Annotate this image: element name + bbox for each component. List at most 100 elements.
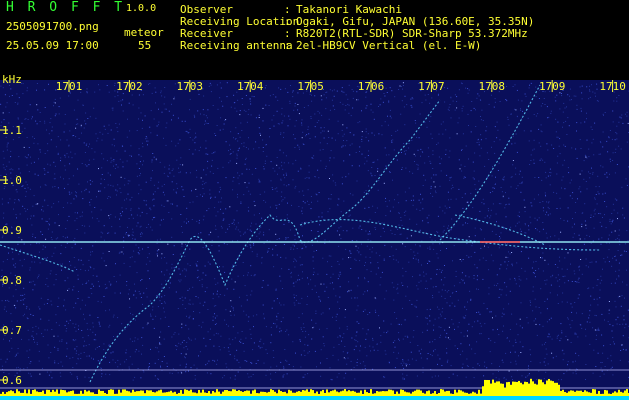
noise-dot	[340, 226, 342, 228]
noise-dot	[600, 243, 602, 245]
noise-dot	[620, 254, 622, 256]
noise-dot	[255, 363, 257, 364]
noise-dot	[585, 328, 586, 330]
noise-dot	[607, 357, 609, 359]
noise-dot	[10, 247, 12, 249]
noise-dot	[381, 271, 383, 273]
noise-dot	[99, 89, 101, 91]
noise-dot	[365, 230, 367, 232]
noise-dot	[220, 201, 222, 203]
noise-dot	[181, 243, 183, 245]
noise-dot	[32, 280, 34, 282]
noise-dot	[540, 130, 542, 132]
noise-dot	[228, 226, 230, 228]
noise-dot	[300, 327, 302, 329]
noise-dot	[50, 352, 52, 353]
noise-dot	[132, 217, 134, 219]
noise-dot	[452, 292, 454, 294]
noise-dot	[76, 363, 78, 365]
noise-dot	[126, 198, 128, 200]
noise-dot	[270, 334, 272, 336]
noise-dot	[357, 341, 359, 343]
noise-dot	[134, 290, 136, 292]
noise-dot	[370, 103, 372, 105]
noise-dot	[480, 325, 482, 327]
noise-dot	[609, 323, 611, 325]
noise-dot	[474, 184, 476, 186]
noise-dot	[325, 165, 327, 167]
noise-dot	[578, 234, 580, 236]
noise-dot	[445, 336, 447, 338]
noise-dot	[388, 362, 390, 364]
noise-dot	[402, 377, 404, 379]
noise-dot	[163, 307, 164, 309]
noise-dot	[36, 123, 38, 125]
noise-dot	[422, 220, 424, 222]
noise-dot	[142, 164, 143, 166]
noise-dot	[558, 285, 560, 287]
noise-dot	[20, 294, 22, 296]
noise-dot	[471, 326, 473, 328]
noise-dot	[53, 161, 55, 163]
noise-dot	[534, 276, 536, 278]
noise-dot	[173, 175, 175, 177]
noise-dot	[86, 322, 88, 324]
noise-dot	[3, 167, 5, 169]
noise-dot	[70, 202, 72, 204]
noise-dot	[94, 334, 96, 336]
noise-dot	[293, 282, 295, 284]
noise-dot	[323, 137, 325, 139]
noise-dot	[134, 351, 136, 353]
noise-dot	[249, 244, 251, 246]
noise-dot	[186, 131, 188, 133]
noise-dot	[59, 263, 61, 265]
noise-dot	[306, 304, 308, 305]
noise-dot	[194, 142, 196, 144]
noise-dot	[585, 227, 587, 229]
noise-dot	[132, 235, 134, 236]
noise-dot	[468, 276, 470, 278]
noise-dot	[540, 158, 542, 160]
noise-dot	[29, 104, 31, 106]
noise-dot	[168, 110, 170, 112]
noise-dot	[584, 121, 586, 123]
noise-dot	[41, 218, 43, 220]
noise-dot	[215, 225, 216, 227]
noise-dot	[58, 214, 59, 216]
noise-dot	[426, 217, 428, 219]
noise-dot	[308, 133, 310, 135]
noise-dot	[113, 314, 115, 316]
noise-dot	[612, 203, 614, 205]
noise-dot	[197, 261, 199, 262]
noise-dot	[51, 231, 53, 233]
noise-dot	[452, 373, 454, 375]
noise-dot	[475, 109, 476, 111]
noise-dot	[28, 147, 30, 148]
noise-dot	[370, 270, 372, 272]
noise-dot	[164, 108, 166, 110]
x-tick-label: 1710	[599, 80, 626, 93]
noise-dot	[473, 275, 475, 277]
noise-dot	[275, 289, 277, 291]
noise-dot	[336, 313, 338, 315]
noise-dot	[367, 290, 368, 292]
noise-dot	[373, 349, 375, 351]
noise-dot	[396, 288, 398, 290]
noise-dot	[173, 98, 175, 100]
noise-dot	[237, 222, 239, 224]
noise-dot	[38, 350, 40, 352]
noise-dot	[444, 329, 446, 331]
noise-dot	[11, 347, 13, 349]
noise-dot	[276, 204, 278, 206]
noise-dot	[530, 154, 532, 156]
noise-dot	[500, 203, 502, 205]
noise-dot	[501, 312, 503, 314]
noise-dot	[494, 184, 496, 185]
noise-dot	[38, 306, 40, 308]
noise-dot	[285, 331, 287, 332]
noise-dot	[563, 122, 565, 124]
noise-dot	[295, 352, 296, 354]
noise-dot	[178, 172, 180, 174]
noise-dot	[623, 315, 625, 316]
noise-dot	[350, 257, 352, 258]
